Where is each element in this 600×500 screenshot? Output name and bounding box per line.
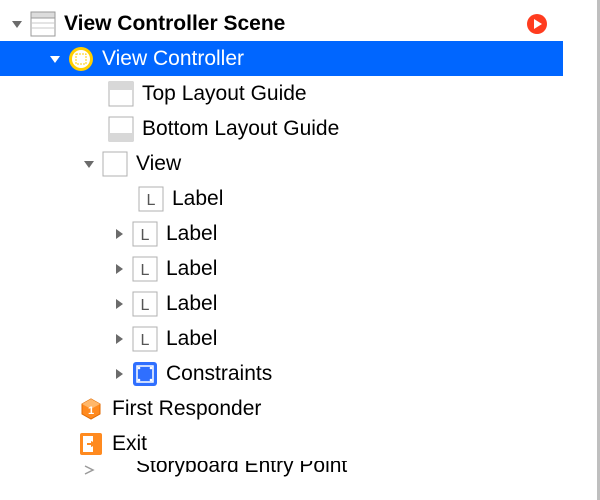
svg-text:L: L [141,297,150,314]
label-text: Label [166,258,217,279]
disclosure-triangle-icon[interactable] [112,367,126,381]
label-text: Label [172,188,223,209]
constraints-icon [132,361,158,387]
top-layout-guide-label: Top Layout Guide [142,83,307,104]
label-icon: L [132,256,158,282]
disclosure-triangle-icon[interactable] [112,297,126,311]
constraints-row[interactable]: Constraints [0,356,563,391]
layout-guide-icon [108,116,134,142]
label-icon: L [132,326,158,352]
exit-row[interactable]: Exit [0,426,563,461]
svg-text:1: 1 [88,405,94,417]
constraints-label: Constraints [166,363,272,384]
disclosure-triangle-icon[interactable] [10,17,24,31]
goto-icon[interactable] [526,13,548,35]
scene-title: View Controller Scene [64,13,285,34]
svg-text:L: L [141,262,150,279]
label-text: Label [166,328,217,349]
first-responder-icon: 1 [78,396,104,422]
disclosure-triangle-icon[interactable] [112,332,126,346]
exit-icon [78,431,104,457]
first-responder-row[interactable]: 1 First Responder [0,391,563,426]
view-controller-icon [68,46,94,72]
first-responder-label: First Responder [112,398,261,419]
document-outline[interactable]: View Controller Scene View Controller [0,0,563,479]
view-row[interactable]: View [0,146,563,181]
disclosure-triangle-icon[interactable] [82,157,96,171]
label-icon: L [132,221,158,247]
bottom-layout-guide-row[interactable]: Bottom Layout Guide [0,111,563,146]
entry-arrow-icon [82,463,96,477]
svg-text:L: L [141,227,150,244]
exit-label: Exit [112,433,147,454]
label-icon: L [138,186,164,212]
label-row[interactable]: L Label [0,251,563,286]
view-label: View [136,153,181,174]
label-text: Label [166,293,217,314]
label-row[interactable]: L Label [0,216,563,251]
scene-icon [30,11,56,37]
storyboard-entry-row[interactable]: Storyboard Entry Point [0,461,563,479]
view-icon [102,151,128,177]
label-row[interactable]: L Label [0,321,563,356]
label-row[interactable]: L Label [0,286,563,321]
label-text: Label [166,223,217,244]
disclosure-triangle-icon[interactable] [48,52,62,66]
scene-row[interactable]: View Controller Scene [0,6,563,41]
bottom-layout-guide-label: Bottom Layout Guide [142,118,339,139]
svg-text:L: L [141,332,150,349]
storyboard-entry-label: Storyboard Entry Point [136,461,347,476]
top-layout-guide-row[interactable]: Top Layout Guide [0,76,563,111]
label-icon: L [132,291,158,317]
disclosure-triangle-icon[interactable] [112,262,126,276]
label-row[interactable]: L Label [0,181,563,216]
svg-text:L: L [147,192,156,209]
layout-guide-icon [108,81,134,107]
disclosure-triangle-icon[interactable] [112,227,126,241]
view-controller-label: View Controller [102,48,244,69]
view-controller-row[interactable]: View Controller [0,41,563,76]
